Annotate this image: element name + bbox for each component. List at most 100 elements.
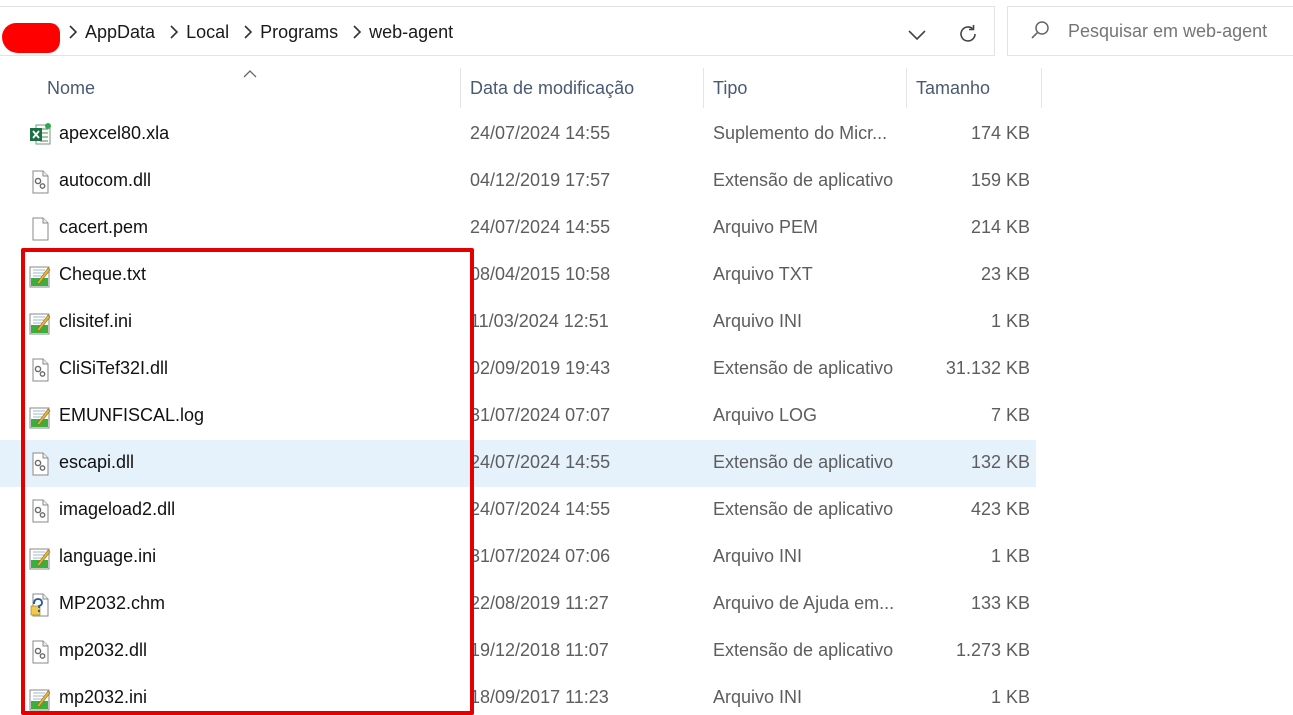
file-name[interactable]: EMUNFISCAL.log xyxy=(59,405,204,426)
file-explorer-window: AppData Local Programs web-agent Pesquis… xyxy=(0,0,1293,715)
file-type: Extensão de aplicativo xyxy=(713,358,894,378)
file-size: 31.132 KB xyxy=(945,358,1030,378)
dll-file-icon xyxy=(28,499,52,523)
dll-file-icon xyxy=(28,170,52,194)
file-name[interactable]: imageload2.dll xyxy=(59,499,175,520)
file-size: 23 KB xyxy=(980,264,1030,284)
dll-file-icon xyxy=(28,358,52,382)
file-type: Arquivo PEM xyxy=(713,217,819,237)
file-size: 132 KB xyxy=(970,452,1030,472)
file-name[interactable]: MP2032.chm xyxy=(59,593,165,614)
file-row[interactable]: autocom.dll 04/12/2019 17:57 Extensão de… xyxy=(0,158,1036,205)
file-name[interactable]: language.ini xyxy=(59,546,156,567)
notepad-file-icon xyxy=(28,687,52,711)
file-type: Arquivo TXT xyxy=(713,264,813,284)
file-date: 22/08/2019 11:27 xyxy=(470,593,609,613)
file-date: 24/07/2024 14:55 xyxy=(470,123,611,143)
file-size: 1 KB xyxy=(990,687,1030,707)
file-name[interactable]: escapi.dll xyxy=(59,452,134,473)
file-date: 04/12/2019 17:57 xyxy=(470,170,611,190)
breadcrumb-item-local[interactable]: Local xyxy=(185,22,237,43)
excel-file-icon xyxy=(28,123,52,147)
file-name[interactable]: mp2032.dll xyxy=(59,640,147,661)
file-name[interactable]: cacert.pem xyxy=(59,217,148,238)
notepad-file-icon xyxy=(28,546,52,570)
file-row[interactable]: mp2032.dll 19/12/2018 11:07 Extensão de … xyxy=(0,628,1036,675)
file-row[interactable]: MP2032.chm 22/08/2019 11:27 Arquivo de A… xyxy=(0,581,1036,628)
search-input[interactable] xyxy=(1068,21,1288,42)
file-row-selected[interactable]: escapi.dll 24/07/2024 14:55 Extensão de … xyxy=(0,440,1036,487)
chevron-right-icon[interactable] xyxy=(237,19,259,45)
redacted-user-folder xyxy=(2,23,60,53)
file-date: 02/09/2019 19:43 xyxy=(470,358,611,378)
file-name[interactable]: autocom.dll xyxy=(59,170,151,191)
column-header-type[interactable]: Tipo xyxy=(704,66,906,110)
file-date: 31/07/2024 07:07 xyxy=(470,405,611,425)
file-type: Arquivo de Ajuda em... xyxy=(713,593,895,613)
file-type: Arquivo LOG xyxy=(713,405,818,425)
notepad-file-icon xyxy=(28,405,52,429)
breadcrumb: AppData Local Programs web-agent xyxy=(62,19,461,45)
chevron-down-icon[interactable] xyxy=(903,21,931,49)
file-row[interactable]: apexcel80.xla 24/07/2024 14:55 Suplement… xyxy=(0,111,1036,158)
search-icon xyxy=(1028,19,1052,43)
column-divider[interactable] xyxy=(1041,68,1042,108)
file-name[interactable]: mp2032.ini xyxy=(59,687,147,708)
file-row[interactable]: clisitef.ini 11/03/2024 12:51 Arquivo IN… xyxy=(0,299,1036,346)
file-size: 159 KB xyxy=(970,170,1030,190)
file-date: 19/12/2018 11:07 xyxy=(470,640,609,660)
file-type: Extensão de aplicativo xyxy=(713,640,894,660)
file-name[interactable]: apexcel80.xla xyxy=(59,123,169,144)
file-size: 1 KB xyxy=(990,311,1030,331)
breadcrumb-item-appdata[interactable]: AppData xyxy=(84,22,163,43)
file-type: Extensão de aplicativo xyxy=(713,170,894,190)
file-date: 24/07/2024 14:55 xyxy=(470,452,611,472)
file-row[interactable]: language.ini 31/07/2024 07:06 Arquivo IN… xyxy=(0,534,1036,581)
file-size: 174 KB xyxy=(970,123,1030,143)
refresh-icon[interactable] xyxy=(954,19,982,49)
chevron-right-icon[interactable] xyxy=(163,19,185,45)
file-row[interactable]: Cheque.txt 08/04/2015 10:58 Arquivo TXT … xyxy=(0,252,1036,299)
column-header-name[interactable]: Nome xyxy=(38,66,460,110)
file-date: 24/07/2024 14:55 xyxy=(470,499,611,519)
file-row[interactable]: imageload2.dll 24/07/2024 14:55 Extensão… xyxy=(0,487,1036,534)
file-name[interactable]: clisitef.ini xyxy=(59,311,132,332)
file-name[interactable]: Cheque.txt xyxy=(59,264,146,285)
file-row[interactable]: cacert.pem 24/07/2024 14:55 Arquivo PEM … xyxy=(0,205,1036,252)
file-size: 214 KB xyxy=(970,217,1030,237)
breadcrumb-item-web-agent[interactable]: web-agent xyxy=(368,22,461,43)
dll-file-icon xyxy=(28,452,52,476)
file-row[interactable]: CliSiTef32I.dll 02/09/2019 19:43 Extensã… xyxy=(0,346,1036,393)
dll-file-icon xyxy=(28,640,52,664)
file-type: Suplemento do Micr... xyxy=(713,123,888,143)
file-size: 1 KB xyxy=(990,546,1030,566)
notepad-file-icon xyxy=(28,311,52,335)
file-date: 08/04/2015 10:58 xyxy=(470,264,611,284)
file-type: Extensão de aplicativo xyxy=(713,452,894,472)
column-header-size[interactable]: Tamanho xyxy=(907,66,1041,110)
blank-file-icon xyxy=(28,217,52,241)
notepad-file-icon xyxy=(28,264,52,288)
file-row[interactable]: EMUNFISCAL.log 31/07/2024 07:07 Arquivo … xyxy=(0,393,1036,440)
column-header-date[interactable]: Data de modificação xyxy=(461,66,703,110)
chevron-right-icon[interactable] xyxy=(346,19,368,45)
file-date: 31/07/2024 07:06 xyxy=(470,546,611,566)
file-size: 133 KB xyxy=(970,593,1030,613)
file-date: 18/09/2017 11:23 xyxy=(470,687,609,707)
breadcrumb-item-programs[interactable]: Programs xyxy=(259,22,346,43)
file-size: 7 KB xyxy=(990,405,1030,425)
file-size: 1.273 KB xyxy=(955,640,1030,660)
chevron-right-icon[interactable] xyxy=(62,19,84,45)
file-date: 24/07/2024 14:55 xyxy=(470,217,611,237)
address-bar[interactable]: AppData Local Programs web-agent xyxy=(0,6,995,56)
file-name[interactable]: CliSiTef32I.dll xyxy=(59,358,168,379)
file-type: Arquivo INI xyxy=(713,311,803,331)
file-type: Arquivo INI xyxy=(713,546,803,566)
file-list: apexcel80.xla 24/07/2024 14:55 Suplement… xyxy=(0,111,1040,715)
file-type: Arquivo INI xyxy=(713,687,803,707)
search-box[interactable] xyxy=(1007,6,1293,56)
help-file-icon xyxy=(28,593,52,617)
file-type: Extensão de aplicativo xyxy=(713,499,894,519)
file-date: 11/03/2024 12:51 xyxy=(470,311,609,331)
file-row[interactable]: mp2032.ini 18/09/2017 11:23 Arquivo INI … xyxy=(0,675,1036,715)
